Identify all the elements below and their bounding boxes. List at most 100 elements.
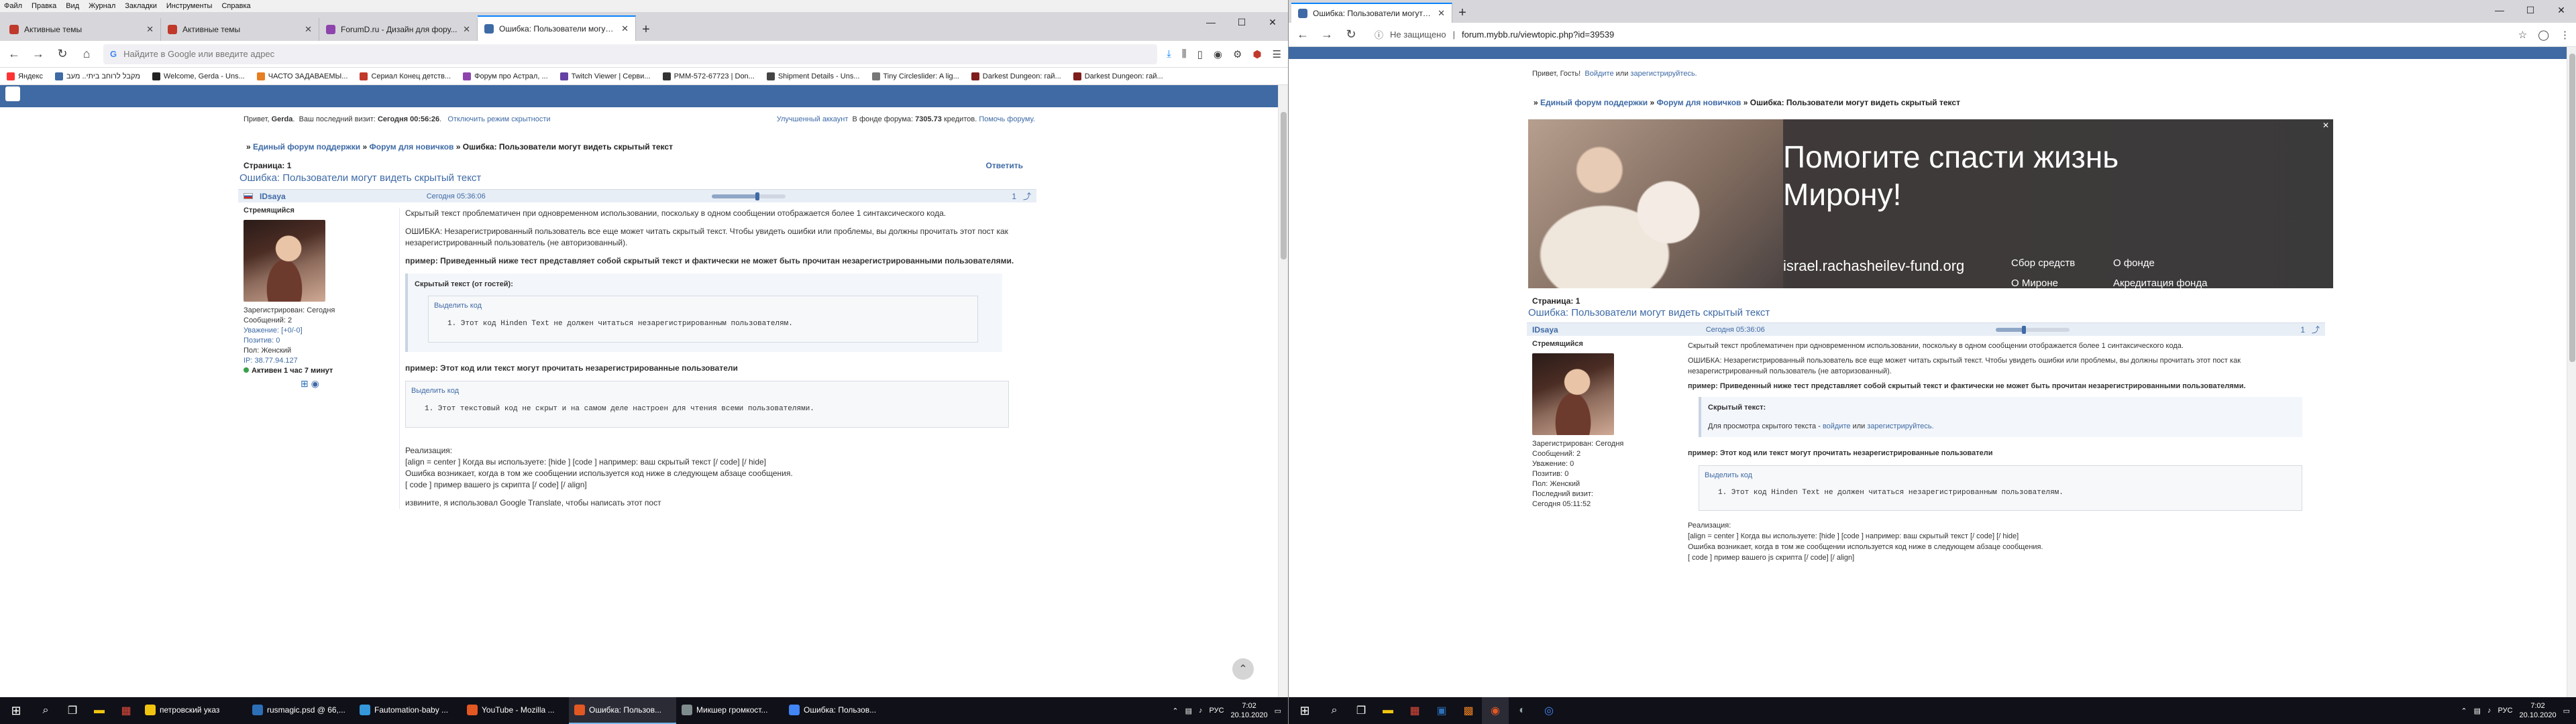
tray-chevron-icon[interactable]: ⌃ xyxy=(2461,707,2467,715)
share-icon[interactable]: ⤴ xyxy=(2312,324,2320,335)
tab-1[interactable]: Активные темы ✕ xyxy=(3,18,161,41)
taskbar-app-active[interactable]: Ошибка: Пользов... xyxy=(569,697,676,724)
url-input[interactable] xyxy=(123,49,1151,59)
scrollbar-thumb[interactable] xyxy=(1281,112,1287,259)
taskbar-app[interactable]: Ошибка: Пользов... xyxy=(784,697,891,724)
app-icon[interactable]: ▦ xyxy=(113,697,140,724)
clock[interactable]: 7:02 20.10.2020 xyxy=(1231,701,1268,720)
bookmark-item[interactable]: ЧАСТО ЗАДАВАЕМЫ... xyxy=(256,72,347,80)
premium-account-link[interactable]: Улучшенный аккаунт xyxy=(777,115,849,123)
scroll-to-top-button[interactable]: ⌃ xyxy=(1232,658,1254,680)
tab-close-icon[interactable]: ✕ xyxy=(146,24,154,35)
bookmark-item[interactable]: Tiny Circleslider: A lig... xyxy=(871,72,959,80)
taskbar-app[interactable]: Fautomation-baby ... xyxy=(354,697,462,724)
bookmark-item[interactable]: Сериал Конец детств... xyxy=(360,72,451,80)
volume-icon[interactable]: ♪ xyxy=(1199,707,1203,715)
taskbar-app[interactable]: rusmagic.psd @ 66,... xyxy=(247,697,354,724)
app-icon[interactable]: ▦ xyxy=(1401,697,1428,724)
taskbar-app[interactable]: YouTube - Mozilla ... xyxy=(462,697,569,724)
select-code-link[interactable]: Выделить код xyxy=(411,385,1003,397)
post-rating-slider[interactable] xyxy=(712,192,786,200)
bookmark-item[interactable]: מקבל לרוחב ביתי.. מעב xyxy=(55,72,140,80)
language-indicator[interactable]: РУС xyxy=(1210,707,1224,715)
search-icon[interactable]: ⌕ xyxy=(32,697,59,724)
menu-tools[interactable]: Инструменты xyxy=(166,2,213,10)
select-code-link[interactable]: Выделить код xyxy=(434,300,972,312)
back-icon[interactable]: ← xyxy=(7,47,21,61)
task-view-icon[interactable]: ❐ xyxy=(59,697,86,724)
photoshop-icon[interactable]: ▣ xyxy=(1428,697,1455,724)
windows-start-icon[interactable]: ⊞ xyxy=(1289,697,1321,724)
bookmark-item[interactable]: Darkest Dungeon: гай... xyxy=(1073,72,1163,80)
banner-link[interactable]: О Мироне xyxy=(2011,278,2058,288)
reload-icon[interactable]: ↻ xyxy=(1344,27,1358,42)
notifications-icon[interactable]: ▭ xyxy=(2563,707,2570,715)
tray-chevron-icon[interactable]: ⌃ xyxy=(1172,707,1178,715)
address-bar[interactable]: G xyxy=(103,44,1158,64)
new-tab-button[interactable]: + xyxy=(636,18,656,41)
page-scrollbar[interactable] xyxy=(1278,85,1288,697)
tab-close-icon[interactable]: ✕ xyxy=(1438,8,1445,19)
avatar[interactable] xyxy=(1532,353,1614,435)
menu-help[interactable]: Справка xyxy=(221,2,250,10)
maximize-icon[interactable]: ☐ xyxy=(2515,0,2546,20)
bookmark-item[interactable]: Twitch Viewer | Серви... xyxy=(559,72,651,80)
clock[interactable]: 7:02 20.10.2020 xyxy=(2520,701,2557,720)
file-explorer-icon[interactable]: ▬ xyxy=(86,697,113,724)
close-window-icon[interactable]: ✕ xyxy=(1257,12,1288,32)
reload-icon[interactable]: ↻ xyxy=(55,47,70,61)
post-rating-slider[interactable] xyxy=(1996,325,2070,334)
library-icon[interactable]: ⫼ xyxy=(1182,48,1187,60)
notifications-icon[interactable]: ▭ xyxy=(1275,707,1281,715)
avatar[interactable] xyxy=(244,220,325,302)
menu-bookmarks[interactable]: Закладки xyxy=(125,2,157,10)
select-code-link[interactable]: Выделить код xyxy=(1705,470,2296,481)
banner-link[interactable]: О фонде xyxy=(2113,257,2155,269)
respect-link[interactable]: Уважение: [+0/-0] xyxy=(244,326,358,336)
post-date[interactable]: Сегодня 05:36:06 xyxy=(1706,326,1765,334)
help-forum-link[interactable]: Помочь форуму. xyxy=(979,115,1035,123)
file-explorer-icon[interactable]: ▬ xyxy=(1375,697,1401,724)
network-icon[interactable]: ▤ xyxy=(2474,707,2481,715)
hidden-login-link[interactable]: войдите xyxy=(1823,422,1851,430)
close-window-icon[interactable]: ✕ xyxy=(2546,0,2576,20)
forward-icon[interactable]: → xyxy=(31,47,46,61)
address-bar[interactable]: ⓘ Не защищено | forum.mybb.ru/viewtopic.… xyxy=(1368,25,2509,44)
bookmark-item[interactable]: Darkest Dungeon: гай... xyxy=(971,72,1061,80)
banner-link[interactable]: Сбор средств xyxy=(2011,257,2075,269)
donation-banner[interactable]: Помогите спасти жизнь Мирону! israel.rach… xyxy=(1528,119,2333,288)
extension-icon[interactable]: ⚙ xyxy=(1233,48,1242,60)
tab-2[interactable]: Активные темы ✕ xyxy=(161,18,319,41)
tab-close-icon[interactable]: ✕ xyxy=(621,23,629,34)
menu-icon[interactable]: ☰ xyxy=(1273,48,1281,60)
minimize-icon[interactable]: — xyxy=(2484,0,2515,20)
tab-4-active[interactable]: Ошибка: Пользователи могут ... ✕ xyxy=(478,15,636,41)
network-icon[interactable]: ▤ xyxy=(1185,707,1192,715)
tab-3[interactable]: ForumD.ru - Дизайн для фору... ✕ xyxy=(319,18,478,41)
language-indicator[interactable]: РУС xyxy=(2498,707,2513,715)
share-icon[interactable]: ⤴ xyxy=(1023,190,1031,202)
adblock-icon[interactable]: ⬢ xyxy=(1252,48,1261,60)
minimize-icon[interactable]: — xyxy=(1195,12,1226,32)
menu-icon[interactable]: ⋮ xyxy=(2560,29,2570,41)
maximize-icon[interactable]: ☐ xyxy=(1226,12,1257,32)
positive-link[interactable]: Позитив: 0 xyxy=(244,336,358,346)
firefox-icon[interactable]: ◉ xyxy=(1482,697,1509,724)
taskbar-app[interactable]: петровский указ xyxy=(140,697,247,724)
bookmark-item[interactable]: PMM-572-67723 | Don... xyxy=(662,72,755,80)
bookmark-item[interactable]: Welcome, Gerda - Uns... xyxy=(152,72,245,80)
home-icon[interactable]: ⌂ xyxy=(79,47,94,61)
bookmark-item[interactable]: Shipment Details - Uns... xyxy=(766,72,860,80)
search-icon[interactable]: ⌕ xyxy=(1321,697,1348,724)
bookmark-item[interactable]: Форум про Астрал, ... xyxy=(463,72,548,80)
post-date[interactable]: Сегодня 05:36:06 xyxy=(427,192,486,200)
volume-icon[interactable]: ♪ xyxy=(2487,707,2491,715)
tab-close-icon[interactable]: ✕ xyxy=(463,24,470,35)
bookmark-item[interactable]: Яндекс xyxy=(7,72,43,80)
page-scrollbar[interactable] xyxy=(2567,47,2576,697)
menu-file[interactable]: Файл xyxy=(4,2,22,10)
account-icon[interactable]: ◉ xyxy=(1214,48,1222,60)
menu-view[interactable]: Вид xyxy=(66,2,79,10)
new-tab-button[interactable]: + xyxy=(1452,3,1472,23)
reply-button[interactable]: Ответить xyxy=(986,161,1023,170)
